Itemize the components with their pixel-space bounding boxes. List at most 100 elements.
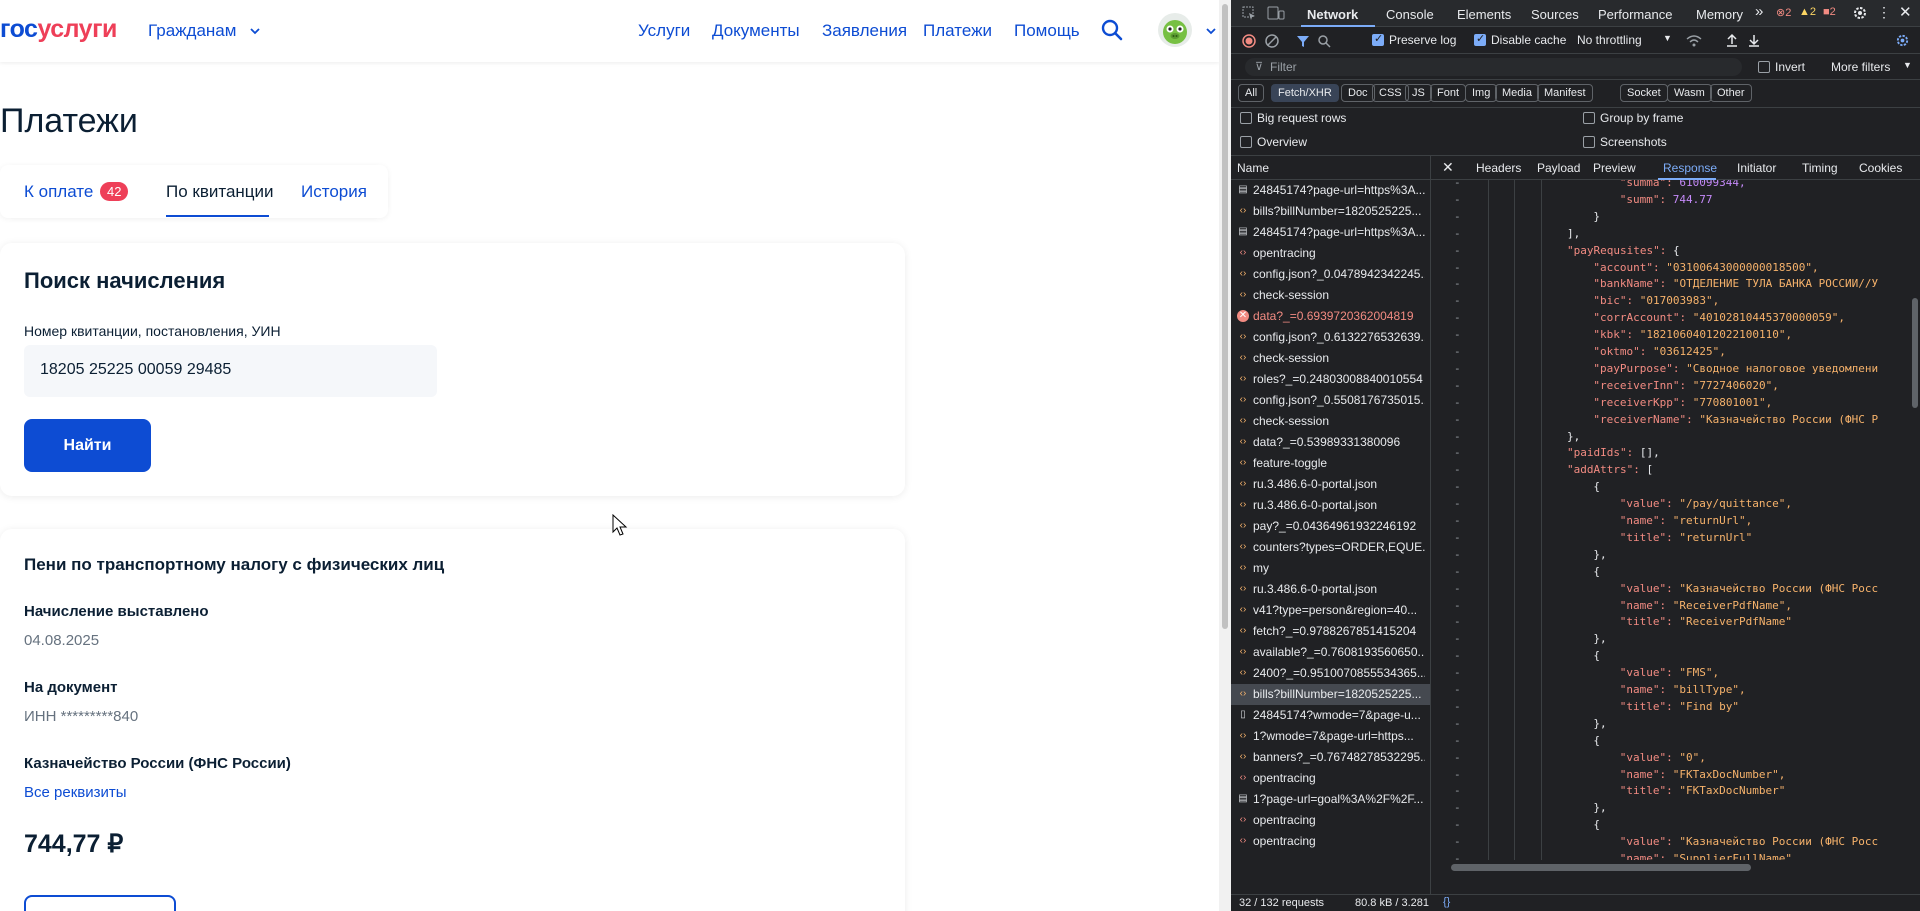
citizens-menu[interactable]: Гражданам bbox=[148, 21, 261, 41]
export-har-icon[interactable] bbox=[1747, 33, 1761, 48]
pretty-print-icon[interactable]: {} bbox=[1443, 896, 1450, 908]
receipt-number-input[interactable]: 18205 25225 00059 29485 bbox=[24, 345, 437, 397]
inspect-element-icon[interactable] bbox=[1241, 5, 1257, 21]
request-row[interactable]: ▯ 24845174?wmode=7&page-u... bbox=[1231, 705, 1430, 726]
avatar[interactable] bbox=[1158, 13, 1192, 47]
nav-payments[interactable]: Платежи bbox=[923, 21, 992, 41]
all-details-link[interactable]: Все реквизиты bbox=[24, 784, 127, 801]
type-filter-img[interactable]: Img bbox=[1465, 84, 1498, 102]
type-filter-media[interactable]: Media bbox=[1495, 84, 1539, 102]
filter-icon[interactable] bbox=[1296, 34, 1310, 48]
request-row[interactable]: ▤ 24845174?page-url=https%3A... bbox=[1231, 222, 1430, 243]
network-settings-gear-icon[interactable] bbox=[1895, 33, 1910, 48]
nav-documents[interactable]: Документы bbox=[712, 21, 800, 41]
request-row[interactable]: ‹› config.json?_0.6132276532639... bbox=[1231, 327, 1430, 348]
request-row[interactable]: ‹› pay?_=0.04364961932246192 bbox=[1231, 516, 1430, 537]
response-vertical-scrollbar[interactable] bbox=[1910, 180, 1920, 860]
type-filter-doc[interactable]: Doc bbox=[1341, 84, 1375, 102]
request-row[interactable]: ▤ 24845174?page-url=https%3A... bbox=[1231, 180, 1430, 201]
filter-input[interactable]: ⊽ Filter bbox=[1245, 58, 1742, 76]
tab-payload[interactable]: Payload bbox=[1537, 161, 1580, 175]
tab-history[interactable]: История bbox=[301, 182, 367, 202]
devtools-tab-memory[interactable]: Memory bbox=[1696, 7, 1743, 22]
scrollbar-thumb[interactable] bbox=[1222, 4, 1228, 629]
warning-count[interactable]: ▲2 bbox=[1799, 6, 1816, 18]
devtools-tab-network[interactable]: Network bbox=[1307, 7, 1358, 22]
devtools-tab-console[interactable]: Console bbox=[1386, 7, 1434, 22]
request-row[interactable]: ‹› data?_=0.53989331380096 bbox=[1231, 432, 1430, 453]
type-filter-font[interactable]: Font bbox=[1430, 84, 1467, 102]
gear-icon[interactable] bbox=[1852, 5, 1868, 21]
big-request-rows-checkbox[interactable] bbox=[1240, 112, 1252, 124]
close-icon[interactable]: ✕ bbox=[1442, 159, 1454, 176]
type-filter-css[interactable]: CSS bbox=[1372, 84, 1409, 102]
request-row[interactable]: ‹› config.json?_0.0478942342245... bbox=[1231, 264, 1430, 285]
throttling-select[interactable]: No throttling bbox=[1577, 33, 1642, 47]
error-count[interactable]: ⊗2 bbox=[1776, 6, 1791, 19]
tab-preview[interactable]: Preview bbox=[1593, 161, 1636, 175]
more-filters-button[interactable]: More filters bbox=[1831, 60, 1890, 74]
request-row[interactable]: ▤ 1?page-url=goal%3A%2F%2F... bbox=[1231, 789, 1430, 810]
close-icon[interactable]: ✕ bbox=[1899, 3, 1912, 21]
chevron-down-icon[interactable]: ▼ bbox=[1903, 60, 1912, 70]
request-row[interactable]: ‹› fetch?_=0.9788267851415204 bbox=[1231, 621, 1430, 642]
group-by-frame-checkbox[interactable] bbox=[1583, 112, 1595, 124]
screenshots-checkbox[interactable] bbox=[1583, 136, 1595, 148]
tab-initiator[interactable]: Initiator bbox=[1737, 161, 1776, 175]
tab-headers[interactable]: Headers bbox=[1476, 161, 1521, 175]
request-row[interactable]: ‹› ru.3.486.6-0-portal.json bbox=[1231, 579, 1430, 600]
devtools-tab-performance[interactable]: Performance bbox=[1598, 7, 1672, 22]
kebab-menu-icon[interactable]: ⋮ bbox=[1877, 4, 1891, 21]
type-filter-all[interactable]: All bbox=[1238, 84, 1265, 102]
request-row[interactable]: ‹› opentracing bbox=[1231, 768, 1430, 789]
search-icon[interactable] bbox=[1317, 34, 1331, 48]
type-filter-manifest[interactable]: Manifest bbox=[1537, 84, 1593, 102]
devtools-tab-elements[interactable]: Elements bbox=[1457, 7, 1511, 22]
request-row[interactable]: ‹› roles?_=0.24803008840010554 bbox=[1231, 369, 1430, 390]
search-icon[interactable] bbox=[1100, 18, 1124, 42]
find-button[interactable]: Найти bbox=[24, 419, 151, 472]
request-row[interactable]: ‹› check-session bbox=[1231, 411, 1430, 432]
page-scrollbar[interactable] bbox=[1219, 0, 1231, 911]
nav-services[interactable]: Услуги bbox=[638, 21, 690, 41]
nav-help[interactable]: Помощь bbox=[1014, 21, 1080, 41]
request-row[interactable]: ‹› feature-toggle bbox=[1231, 453, 1430, 474]
issues-count[interactable]: ■2 bbox=[1823, 6, 1836, 18]
scrollbar-thumb[interactable] bbox=[1451, 864, 1751, 871]
preserve-log-checkbox[interactable] bbox=[1372, 32, 1384, 46]
request-row[interactable]: ‹› counters?types=ORDER,EQUE... bbox=[1231, 537, 1430, 558]
pay-button[interactable] bbox=[24, 895, 176, 911]
scrollbar-thumb[interactable] bbox=[1912, 298, 1918, 408]
tab-cookies[interactable]: Cookies bbox=[1859, 161, 1902, 175]
record-icon[interactable] bbox=[1242, 34, 1256, 48]
request-row[interactable]: ‹› bills?billNumber=1820525225... bbox=[1231, 684, 1430, 705]
chevron-down-icon[interactable] bbox=[1204, 24, 1218, 38]
type-filter-other[interactable]: Other bbox=[1710, 84, 1752, 102]
request-row[interactable]: ‹› check-session bbox=[1231, 285, 1430, 306]
request-row[interactable]: ‹› ru.3.486.6-0-portal.json bbox=[1231, 474, 1430, 495]
request-row[interactable]: ‹› 2400?_=0.9510070855534365... bbox=[1231, 663, 1430, 684]
type-filter-fetch-xhr[interactable]: Fetch/XHR bbox=[1271, 84, 1339, 102]
request-row[interactable]: ‹› my bbox=[1231, 558, 1430, 579]
overview-checkbox[interactable] bbox=[1240, 136, 1252, 148]
request-row[interactable]: ‹› opentracing bbox=[1231, 243, 1430, 264]
nav-applications[interactable]: Заявления bbox=[822, 21, 907, 41]
request-row[interactable]: ‹› config.json?_0.5508176735015... bbox=[1231, 390, 1430, 411]
type-filter-js[interactable]: JS bbox=[1405, 84, 1432, 102]
gosuslugi-logo[interactable]: госуслуги bbox=[0, 15, 117, 44]
response-body[interactable]: - "summa": 610099344, - "summ": 744.77-} -],… bbox=[1431, 180, 1920, 860]
disable-cache-checkbox[interactable] bbox=[1474, 32, 1486, 46]
response-horizontal-scrollbar[interactable] bbox=[1431, 860, 1920, 874]
request-row[interactable]: ‹› 1?wmode=7&page-url=https... bbox=[1231, 726, 1430, 747]
request-row[interactable]: ‹› opentracing bbox=[1231, 810, 1430, 831]
request-row[interactable]: ✕ data?_=0.6939720362004819 bbox=[1231, 306, 1430, 327]
request-row[interactable]: ‹› bills?billNumber=1820525225... bbox=[1231, 201, 1430, 222]
invert-checkbox[interactable] bbox=[1758, 61, 1770, 73]
request-row[interactable]: ‹› available?_=0.7608193560650... bbox=[1231, 642, 1430, 663]
network-conditions-icon[interactable] bbox=[1686, 34, 1702, 48]
type-filter-wasm[interactable]: Wasm bbox=[1667, 84, 1712, 102]
clear-icon[interactable] bbox=[1265, 34, 1279, 48]
request-row[interactable]: ‹› ru.3.486.6-0-portal.json bbox=[1231, 495, 1430, 516]
import-har-icon[interactable] bbox=[1725, 33, 1739, 48]
more-tabs-icon[interactable]: » bbox=[1755, 3, 1763, 20]
